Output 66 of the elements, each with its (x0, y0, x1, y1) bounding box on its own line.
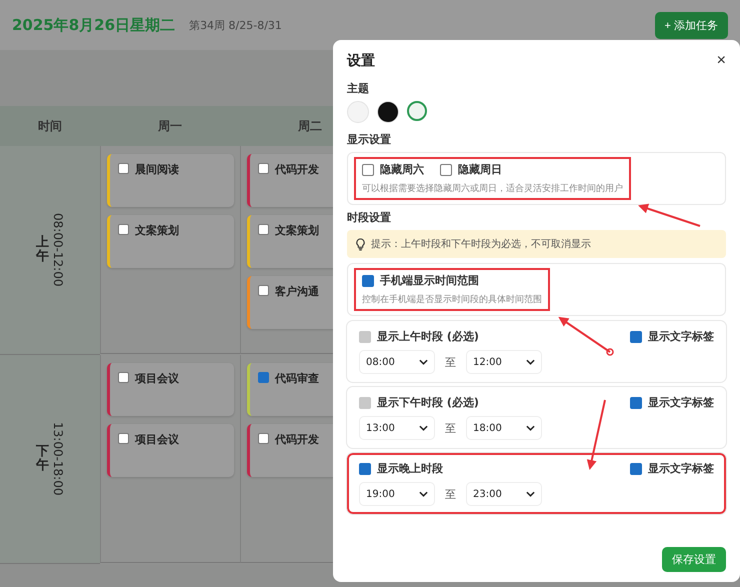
task-title: 项目会议 (135, 371, 179, 386)
task-title: 代码审查 (275, 371, 319, 386)
chevron-down-icon (419, 425, 428, 431)
checkbox[interactable] (362, 274, 374, 286)
checkbox[interactable] (362, 164, 374, 176)
task-card[interactable]: 项目会议 (107, 363, 234, 416)
task-checkbox[interactable] (118, 372, 129, 383)
task-checkbox[interactable] (258, 224, 269, 235)
add-task-button[interactable]: + 添加任务 (654, 12, 728, 38)
task-checkbox[interactable] (258, 372, 269, 383)
checkbox-label: 显示文字标签 (648, 395, 714, 410)
task-title: 文案策划 (135, 223, 179, 238)
task-checkbox[interactable] (258, 163, 269, 174)
period-label: 下午 (36, 444, 49, 474)
checkbox-label: 隐藏周六 (380, 162, 424, 177)
save-button[interactable]: 保存设置 (662, 547, 726, 572)
week-range: 第34周 8/25-8/31 (189, 18, 282, 32)
task-card[interactable]: 晨间阅读 (107, 154, 234, 207)
option-checkbox[interactable]: 隐藏周日 (440, 162, 502, 177)
theme-swatch[interactable] (407, 101, 427, 121)
chevron-down-icon (419, 359, 428, 365)
chevron-down-icon (526, 491, 535, 497)
chevron-down-icon (526, 359, 535, 365)
start-time-select[interactable]: 19:00 (359, 482, 435, 506)
task-checkbox[interactable] (118, 224, 129, 235)
task-title: 项目会议 (135, 432, 179, 447)
checkbox-label: 显示文字标签 (648, 461, 714, 476)
tip-text: 提示：上午时段和下午时段为必选，不可取消显示 (371, 238, 591, 251)
period-range: 08:00-12:00 (50, 213, 64, 287)
task-title: 晨间阅读 (135, 162, 179, 177)
task-title: 代码开发 (275, 162, 319, 177)
checkbox[interactable] (630, 462, 642, 474)
column-header: 时间 (0, 106, 100, 146)
close-button[interactable]: × (716, 52, 726, 70)
checkbox-label: 显示上午时段 (必选) (377, 329, 479, 344)
task-title: 代码开发 (275, 432, 319, 447)
checkbox-label: 显示文字标签 (648, 329, 714, 344)
chevron-down-icon (526, 425, 535, 431)
separator-text: 至 (445, 354, 456, 370)
section-label: 主题 (347, 81, 369, 96)
annotation-arrow (558, 316, 614, 356)
period-range: 13:00-18:00 (50, 422, 64, 496)
dialog-title: 设置 (347, 52, 375, 70)
column-header: 周一 (100, 106, 240, 146)
task-checkbox[interactable] (118, 433, 129, 444)
date-title: 2025年8月26日星期二 (12, 16, 176, 34)
period-label: 上午 (36, 236, 49, 264)
lightbulb-icon (355, 238, 366, 250)
task-checkbox[interactable] (258, 433, 269, 444)
separator-text: 至 (445, 420, 456, 436)
annotation-arrow (638, 204, 700, 227)
checkbox[interactable] (359, 462, 371, 474)
chevron-down-icon (419, 491, 428, 497)
task-checkbox[interactable] (118, 163, 129, 174)
checkbox-label: 手机端显示时间范围 (380, 273, 479, 288)
task-checkbox[interactable] (258, 285, 269, 296)
task-title: 客户沟通 (275, 284, 319, 299)
end-time-select[interactable]: 23:00 (466, 482, 542, 506)
checkbox-label: 显示下午时段 (必选) (377, 395, 479, 410)
checkbox-label: 隐藏周日 (458, 162, 502, 177)
task-card[interactable]: 项目会议 (107, 424, 234, 477)
task-title: 文案策划 (275, 223, 319, 238)
checkbox[interactable] (440, 164, 452, 176)
checkbox-label: 显示晚上时段 (377, 461, 443, 476)
separator-text: 至 (445, 486, 456, 502)
task-card[interactable]: 文案策划 (107, 215, 234, 268)
